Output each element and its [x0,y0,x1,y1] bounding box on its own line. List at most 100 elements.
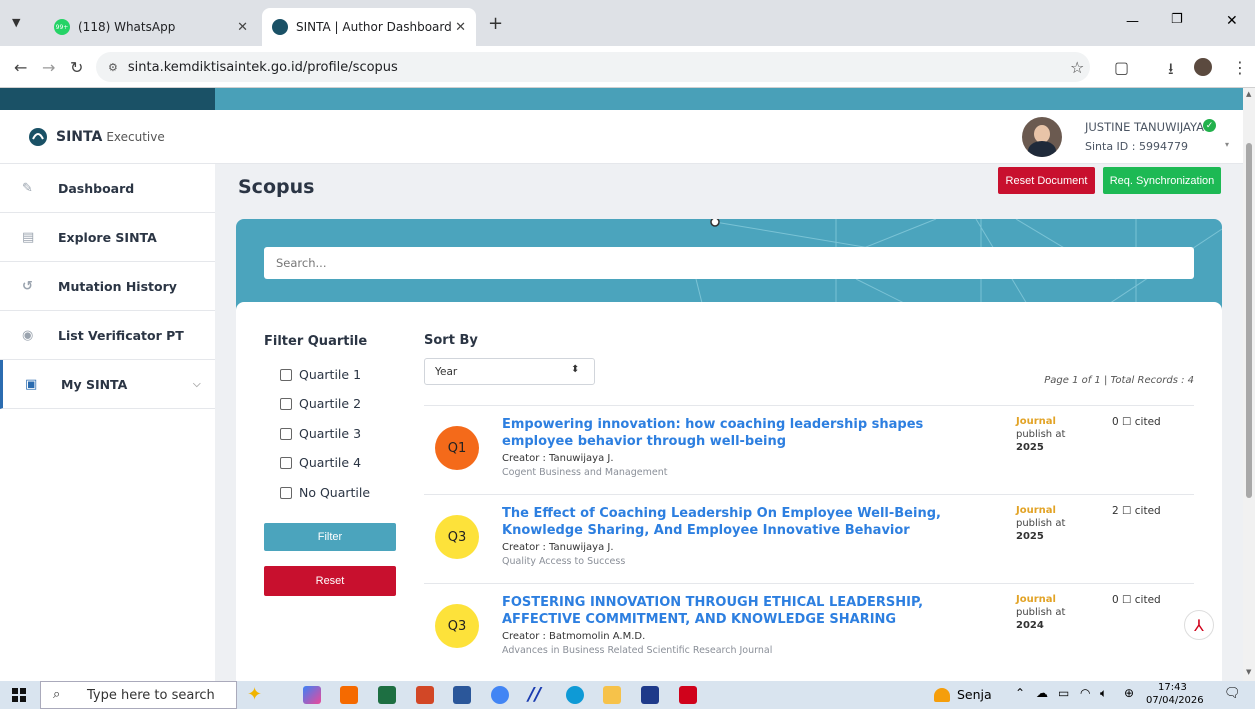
scroll-down-icon[interactable]: ▼ [1246,668,1251,676]
language-icon[interactable]: ⊕ [1124,686,1134,700]
checkbox-box[interactable] [280,397,292,410]
site-info-icon[interactable]: ⚙ [108,61,118,74]
record-year: 2024 [1016,620,1044,631]
user-circle-icon: ◉ [22,327,34,343]
table-row: Q1 Empowering innovation: how coaching l… [424,405,1194,494]
wifi-icon[interactable]: ◠ [1080,686,1090,700]
tab-sinta[interactable]: SINTA | Author Dashboard ✕ [262,8,476,46]
scroll-up-icon[interactable]: ▲ [1246,90,1251,98]
word-icon[interactable] [453,686,471,704]
windows-start-icon[interactable] [12,688,26,702]
checkbox-box[interactable] [280,427,292,440]
minimize-icon[interactable]: — [1126,14,1139,29]
record-title-link[interactable]: The Effect of Coaching Leadership On Emp… [502,505,992,539]
table-row: Q3 FOSTERING INNOVATION THROUGH ETHICAL … [424,583,1194,672]
extensions-icon[interactable]: ▢ [1114,58,1129,77]
excel-icon[interactable] [378,686,396,704]
restore-icon[interactable]: ❐ [1171,12,1183,27]
checkbox-quartile-3[interactable]: Quartile 3 [280,426,361,441]
document-icon: ▤ [22,229,35,245]
scrollbar-thumb[interactable] [1246,143,1252,498]
sidebar-item-list-verificator[interactable]: ◉ List Verificator PT [0,311,215,360]
search-input[interactable]: Search... [264,247,1194,279]
copilot-icon[interactable] [303,686,321,704]
page-scrollbar[interactable]: ▲ ▼ [1243,88,1255,681]
checkbox-label: Quartile 4 [299,455,362,470]
cloud-icon[interactable]: ☁ [1036,686,1048,700]
download-icon[interactable]: ⭳ [1168,58,1174,85]
reset-document-button[interactable]: Reset Document [998,167,1095,194]
sparkle-icon[interactable]: ✦ [247,684,262,705]
tab-label: (118) WhatsApp [78,20,176,34]
checkbox-box[interactable] [280,456,292,469]
req-synchronization-button[interactable]: Req. Synchronization [1103,167,1221,194]
user-avatar[interactable] [1022,117,1062,157]
sinta-favicon-icon [272,19,288,35]
weather-label[interactable]: Senja [957,687,992,702]
reset-button[interactable]: Reset [264,566,396,596]
filter-button[interactable]: Filter [264,523,396,551]
record-journal: Quality Access to Success [502,556,626,567]
reload-icon[interactable]: ↻ [70,58,83,77]
brand-sub: Executive [106,129,165,144]
bookmark-star-icon[interactable]: ☆ [1070,58,1084,77]
record-title-link[interactable]: Empowering innovation: how coaching lead… [502,416,992,450]
checkbox-box[interactable] [280,368,292,381]
checkbox-no-quartile[interactable]: No Quartile [280,485,370,500]
record-type: Journal [1016,505,1056,516]
slash-app-icon[interactable]: // [528,684,541,705]
tab-whatsapp[interactable]: 99+ (118) WhatsApp ✕ [44,8,258,46]
sidebar-item-mutation-history[interactable]: ↺ Mutation History [0,262,215,311]
clock-time[interactable]: 17:43 [1158,682,1187,693]
user-menu-caret-icon[interactable]: ▾ [1225,140,1229,149]
new-tab-button[interactable]: + [488,13,503,34]
tab-list-chevron-icon[interactable]: ▼ [12,16,20,29]
pdf-float-icon[interactable]: ⅄ [1184,610,1214,640]
windows-taskbar: ⌕ Type here to search ✦ // Senja ⌃ ☁ ▭ ◠… [0,681,1255,709]
record-cited: 0 ☐ cited [1112,594,1161,606]
sidebar-item-dashboard[interactable]: ✎ Dashboard [0,164,215,213]
url-input[interactable]: ⚙ sinta.kemdiktisaintek.go.id/profile/sc… [96,52,1090,82]
powerpoint-icon[interactable] [416,686,434,704]
menu-kebab-icon[interactable]: ⋮ [1232,58,1248,77]
checkbox-quartile-1[interactable]: Quartile 1 [280,367,361,382]
sort-arrows-icon: ⬍ [571,364,580,375]
volume-icon[interactable]: 🔈︎ [1100,686,1107,701]
app-blue-icon[interactable] [641,686,659,704]
record-creator: Creator : Tanuwijaya J. [502,542,614,553]
checkbox-box[interactable] [280,486,292,499]
sort-select[interactable]: Year ⬍ [424,358,595,385]
app-orange-icon[interactable] [340,686,358,704]
clock-date[interactable]: 07/04/2026 [1146,695,1204,706]
record-title-link[interactable]: FOSTERING INNOVATION THROUGH ETHICAL LEA… [502,594,992,628]
sidebar-item-explore-sinta[interactable]: ▤ Explore SINTA [0,213,215,262]
record-type: Journal [1016,416,1056,427]
filter-title: Filter Quartile [264,334,368,349]
close-icon[interactable]: ✕ [237,20,248,35]
acrobat-icon[interactable] [679,686,697,704]
window-close-icon[interactable]: ✕ [1226,13,1238,29]
checkbox-label: No Quartile [299,485,371,500]
file-explorer-icon[interactable] [603,686,621,704]
checkbox-quartile-4[interactable]: Quartile 4 [280,455,361,470]
battery-icon[interactable]: ▭ [1058,686,1069,700]
top-color-bar [215,88,1243,110]
sidebar-top-strip [0,88,215,110]
tray-chevron-icon[interactable]: ⌃ [1015,686,1025,700]
checkbox-label: Quartile 2 [299,396,362,411]
profile-avatar-icon[interactable] [1194,58,1212,76]
checkbox-quartile-2[interactable]: Quartile 2 [280,396,361,411]
close-icon[interactable]: ✕ [455,20,466,35]
browser-tab-bar: ▼ 99+ (118) WhatsApp ✕ SINTA | Author Da… [0,0,1255,46]
edge-icon[interactable] [566,686,584,704]
chrome-icon[interactable] [491,686,509,704]
sidebar-brand[interactable]: SINTA Executive [0,110,215,164]
record-journal: Advances in Business Related Scientific … [502,645,773,656]
taskbar-search-input[interactable]: ⌕ Type here to search [40,681,237,709]
notification-icon[interactable]: 🗨︎ [1224,686,1241,701]
sidebar-item-my-sinta[interactable]: ▣ My SINTA ⌵ [0,360,215,409]
sinta-logo-icon [29,128,47,146]
forward-icon[interactable]: → [42,58,55,77]
back-icon[interactable]: ← [14,58,27,77]
history-icon: ↺ [22,278,33,294]
